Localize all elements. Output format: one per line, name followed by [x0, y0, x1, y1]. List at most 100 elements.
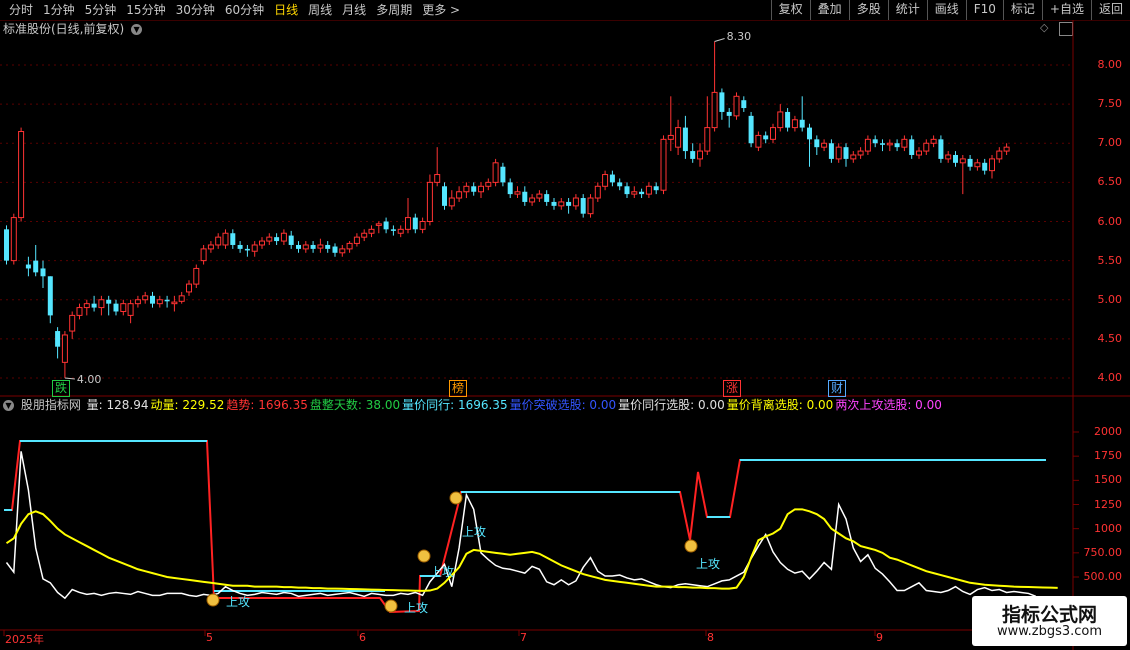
- date-label: 6: [359, 631, 366, 644]
- candle-body: [989, 158, 995, 172]
- toolbar-button[interactable]: 返回: [1090, 0, 1130, 20]
- money-bag-icon: [417, 549, 431, 563]
- candle-body: [667, 134, 674, 140]
- money-bag-icon: [449, 491, 463, 505]
- period-tabs: 分时 1分钟 5分钟 15分钟 30分钟 60分钟 日线 周线 月线 多周期 更多 >: [4, 2, 465, 18]
- event-flag[interactable]: 涨: [723, 380, 741, 397]
- period-tab[interactable]: 5分钟: [80, 2, 122, 18]
- sub-axis-label: 1750: [1094, 449, 1122, 463]
- candle-body: [894, 143, 900, 148]
- candle-body: [471, 186, 477, 192]
- candle-body: [544, 194, 550, 202]
- candle-body: [660, 138, 667, 191]
- trend-line: [4, 440, 1046, 614]
- candle-body: [405, 217, 411, 230]
- candle-body: [106, 299, 112, 304]
- period-tab[interactable]: 周线: [303, 2, 337, 18]
- candle-body: [448, 197, 455, 207]
- candle-body: [244, 248, 250, 251]
- candle-body: [317, 244, 324, 249]
- candle-body: [251, 244, 258, 252]
- indicator-value: 量价背离选股: 0.00: [726, 398, 834, 412]
- period-tab[interactable]: 60分钟: [220, 2, 269, 18]
- period-tab[interactable]: 分时: [4, 2, 38, 18]
- event-flag[interactable]: 财: [828, 380, 846, 397]
- toolbar-button[interactable]: 标记: [1002, 0, 1042, 20]
- event-flag[interactable]: 榜: [449, 380, 467, 397]
- low-price-label: 4.00: [76, 373, 102, 386]
- candle-body: [456, 191, 463, 199]
- candle-body: [945, 154, 952, 160]
- candle-body: [222, 232, 229, 246]
- money-bag-icon: [206, 593, 220, 607]
- sub-axis-label: 1000: [1094, 521, 1122, 535]
- candle-body: [609, 174, 615, 183]
- toolbar-button[interactable]: 多股: [848, 0, 888, 20]
- candle-body: [500, 166, 506, 183]
- period-tab[interactable]: 30分钟: [171, 2, 220, 18]
- price-axis-label: 5.00: [1097, 292, 1123, 306]
- diamond-icon[interactable]: ◇: [1040, 22, 1052, 34]
- candle-body: [959, 158, 966, 164]
- indicator-value: 动量: 229.52: [150, 398, 225, 412]
- candle-body: [353, 236, 360, 244]
- indicator-name: 股朋指标网: [20, 398, 81, 412]
- period-tab[interactable]: 月线: [337, 2, 371, 18]
- candle-body: [996, 150, 1003, 160]
- toolbar-button[interactable]: 画线: [926, 0, 966, 20]
- candle-body: [91, 303, 97, 308]
- price-axis-label: 4.50: [1097, 331, 1123, 345]
- candle-body: [207, 244, 214, 250]
- toolbar-button[interactable]: 复权: [770, 0, 810, 20]
- candle-body: [880, 143, 885, 145]
- candle-body: [909, 139, 915, 155]
- candle-body: [266, 236, 273, 242]
- candle-body: [1003, 146, 1010, 152]
- candle-body: [580, 198, 586, 214]
- candle-body: [777, 111, 784, 129]
- candle-body: [178, 295, 185, 302]
- toolbar-button[interactable]: +自选: [1041, 0, 1091, 20]
- period-tab[interactable]: 日线: [269, 2, 303, 18]
- period-tab[interactable]: 1分钟: [38, 2, 80, 18]
- high-pointer: [714, 38, 725, 43]
- candle-body: [558, 201, 565, 207]
- candle-body: [113, 303, 119, 312]
- candle-body: [930, 138, 937, 144]
- candle-body: [645, 185, 652, 195]
- toolbar-button[interactable]: 统计: [887, 0, 927, 20]
- candle-body: [150, 295, 155, 304]
- candle-body: [346, 242, 353, 250]
- candle-body: [602, 174, 609, 187]
- candle-body: [61, 334, 68, 363]
- price-axis-label: 7.00: [1097, 136, 1123, 150]
- candle-body: [40, 268, 46, 277]
- window-icon[interactable]: [1059, 22, 1073, 36]
- candle-body: [536, 193, 543, 199]
- date-label: 8: [707, 631, 714, 644]
- sub-axis-label: 1250: [1094, 497, 1122, 511]
- period-tab[interactable]: 15分钟: [121, 2, 170, 18]
- period-tab[interactable]: 更多 >: [417, 2, 465, 18]
- candle-body: [821, 142, 828, 148]
- candle-body: [923, 142, 930, 152]
- candle-body: [807, 127, 812, 140]
- candle-body: [711, 91, 718, 129]
- candle-body: [98, 299, 105, 309]
- candle-body: [675, 127, 682, 148]
- candle-body: [872, 139, 878, 144]
- toolbar-button[interactable]: F10: [965, 0, 1003, 20]
- candle-body: [296, 244, 301, 249]
- toolbar-button[interactable]: 叠加: [809, 0, 849, 20]
- price-axis-label: 8.00: [1097, 58, 1123, 71]
- watermark-title: 指标公式网: [1001, 604, 1097, 626]
- event-flag[interactable]: 跌: [52, 380, 70, 397]
- price-axis-label: 5.50: [1097, 253, 1123, 267]
- chevron-down-icon[interactable]: ▼: [3, 400, 14, 411]
- chevron-down-icon[interactable]: ▼: [131, 24, 143, 35]
- candle-body: [288, 235, 294, 245]
- candle-body: [514, 191, 521, 195]
- chart-title: 标准股份(日线,前复权): [3, 22, 125, 36]
- period-tab[interactable]: 多周期: [371, 2, 417, 18]
- candle-body: [434, 174, 441, 183]
